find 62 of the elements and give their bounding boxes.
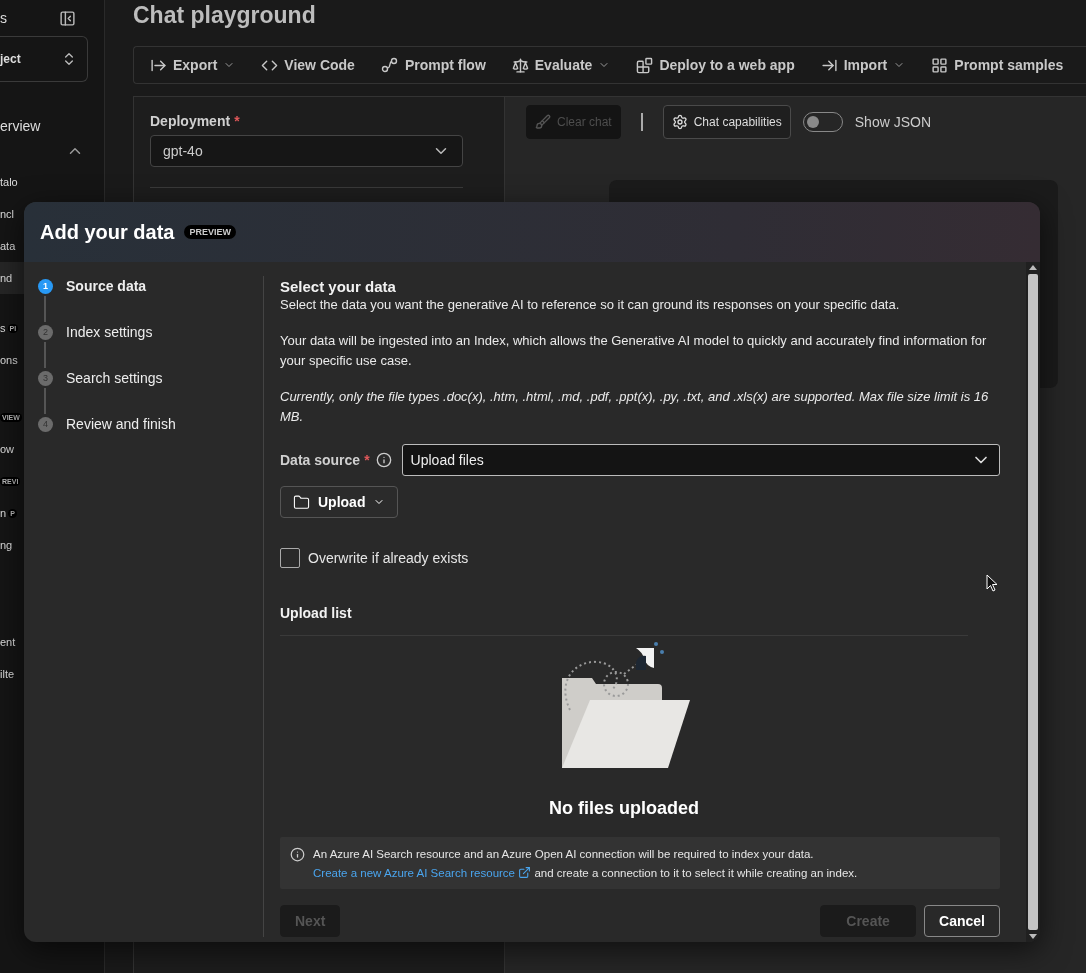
field-label: Data source	[280, 452, 361, 468]
deployment-select[interactable]: gpt-4o	[150, 135, 463, 167]
info-icon	[290, 847, 305, 862]
upload-button[interactable]: Upload	[280, 486, 399, 518]
nav-item[interactable]: n	[0, 507, 7, 519]
description: Select the data you want the generative AI to reference so it can ground its responses on your specific data.	[280, 296, 901, 314]
nav-item[interactable]: ilte	[0, 668, 15, 680]
connected-nodes-icon	[380, 56, 399, 74]
toolbar-button[interactable]: Deploy to a web app	[636, 56, 795, 74]
required-mark: *	[234, 113, 240, 129]
nav-item[interactable]: ng	[0, 539, 13, 551]
step-label[interactable]: Review and finish	[66, 416, 176, 432]
checkbox-label: Overwrite if already exists	[308, 550, 469, 566]
upload-list-title: Upload list	[280, 605, 353, 621]
sidebar-title: s	[0, 9, 7, 28]
info-icon[interactable]	[375, 452, 392, 468]
nav-item[interactable]: s	[0, 322, 6, 334]
blocks-icon	[636, 56, 654, 74]
cursor-icon	[986, 574, 998, 592]
scales-icon	[511, 56, 529, 74]
dialog-title: Add your data	[40, 220, 175, 244]
dialog-button[interactable]: Cancel	[924, 905, 1000, 937]
data-source-select[interactable]: Upload files	[401, 444, 1000, 476]
required-mark: *	[364, 452, 370, 468]
grid-icon	[931, 56, 949, 74]
external-link-icon	[518, 866, 532, 879]
nav-item[interactable]: ncl	[0, 208, 15, 220]
step-label[interactable]: Source data	[66, 278, 147, 294]
field-label: Deployment	[150, 113, 231, 129]
nav-item[interactable]: ow	[0, 443, 15, 455]
collapse-sidebar-icon[interactable]	[59, 9, 76, 27]
nav-item[interactable]: erview	[0, 118, 41, 134]
section-heading: Select your data	[280, 278, 397, 295]
step-number: 1	[38, 278, 53, 294]
settings-icon	[671, 114, 688, 130]
nav-item[interactable]: ent	[0, 636, 16, 648]
nav-item[interactable]: talo	[0, 176, 18, 188]
folder-icon	[293, 493, 310, 511]
nav-item[interactable]: ons	[0, 354, 18, 366]
page-title: Chat playground	[133, 0, 317, 30]
paragraph: Your data will be ingested into an Index, which allows the Generative AI model to quickly and accurately find information for your specific use case.	[280, 332, 988, 370]
nav-item[interactable]: ata	[0, 240, 16, 252]
step-label[interactable]: Search settings	[66, 370, 163, 386]
checkbox[interactable]	[280, 548, 300, 568]
nav-item[interactable]: nd	[0, 272, 13, 284]
toolbar-button[interactable]: Export	[150, 56, 236, 74]
create-resource-link[interactable]: Create a new Azure AI Search resource	[313, 867, 532, 879]
toolbar-button[interactable]: Evaluate	[511, 56, 611, 74]
brush-icon	[535, 114, 551, 130]
toolbar-button[interactable]: Prompt flow	[380, 56, 486, 74]
step-label[interactable]: Index settings	[66, 324, 153, 340]
info-text: An Azure AI Search resource and an Azure Open AI connection will be required to index your data. Create a new Azure AI Search resource and create a connection to it to select it while creating an index.	[313, 847, 859, 881]
preview-badge: PREVIEW	[184, 225, 236, 239]
toolbar-button[interactable]: Prompt samples	[931, 56, 1064, 74]
toolbar-button[interactable]: Import	[820, 56, 906, 74]
toolbar-button[interactable]: View Code	[261, 56, 355, 74]
empty-state-text: No files uploaded	[549, 798, 699, 819]
chat-capabilities-button[interactable]: Chat capabilities	[662, 105, 791, 139]
project-selector[interactable]: ject	[0, 36, 88, 82]
toggle-label: Show JSON	[854, 114, 931, 130]
file-type-note: Currently, only the file types .doc(x), .htm, .html, .md, .pdf, .ppt(x), .py, .txt, and .xls(x) are supported. Max file size limit is 16 MB.	[280, 388, 990, 426]
scrollbar[interactable]	[1026, 262, 1040, 942]
